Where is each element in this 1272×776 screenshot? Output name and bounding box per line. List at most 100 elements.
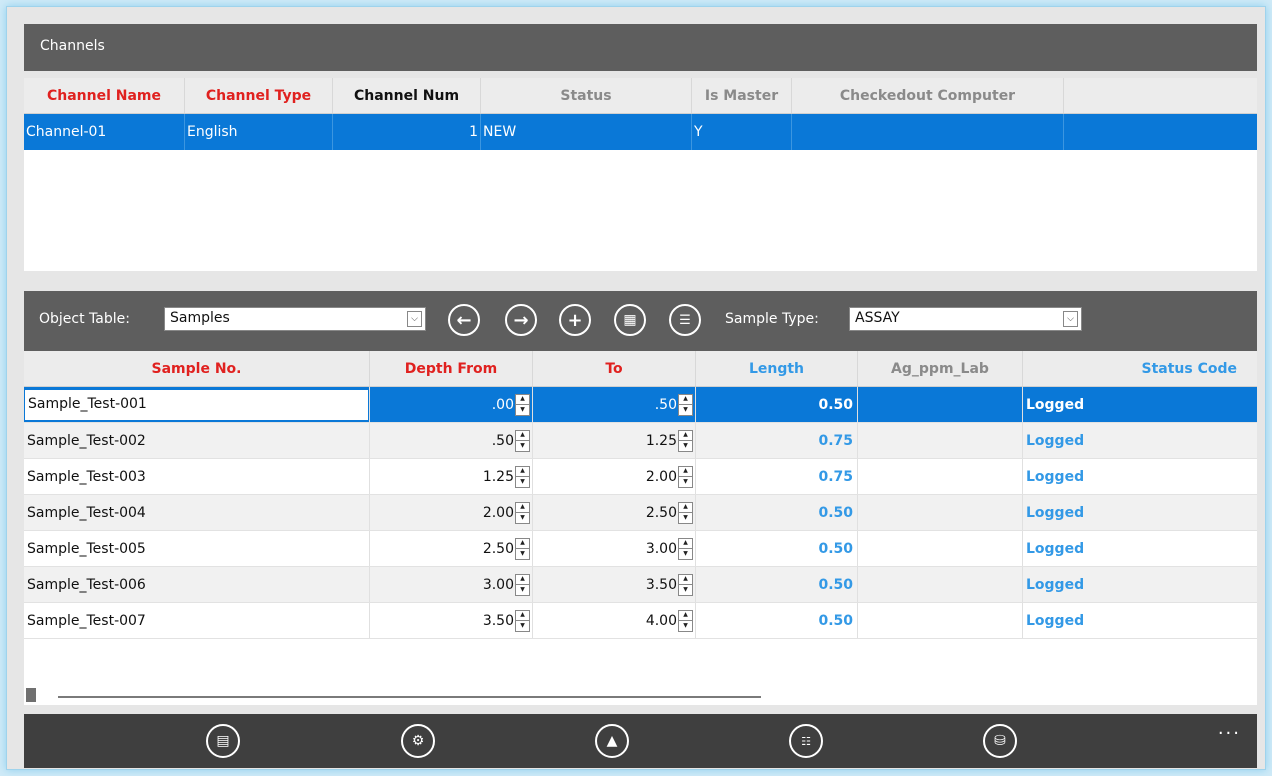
col-length[interactable]: Length xyxy=(696,351,858,386)
channel-type-cell[interactable]: English xyxy=(185,114,333,150)
channel-status-cell[interactable]: NEW xyxy=(481,114,692,150)
object-table-select[interactable]: Samples ⌵ xyxy=(164,307,426,331)
col-is-master[interactable]: Is Master xyxy=(692,78,792,113)
status-code-cell[interactable]: Logged xyxy=(1023,459,1257,494)
spinner[interactable]: ▲ ▼ xyxy=(515,501,530,524)
barcode-button[interactable]: ☷ xyxy=(789,724,823,758)
spin-up-icon[interactable]: ▲ xyxy=(516,611,529,621)
ag-ppm-lab-cell[interactable] xyxy=(858,603,1023,638)
sample-no-cell[interactable]: Sample_Test-003 xyxy=(24,459,370,494)
depth-from-cell[interactable]: 1.25 ▲ ▼ xyxy=(370,459,533,494)
spin-down-icon[interactable]: ▼ xyxy=(679,405,692,415)
add-database-button[interactable]: ⛁ xyxy=(983,724,1017,758)
depth-from-cell[interactable]: .50 ▲ ▼ xyxy=(370,423,533,458)
depth-to-cell[interactable]: 3.00 ▲ ▼ xyxy=(533,531,696,566)
depth-to-cell[interactable]: 4.00 ▲ ▼ xyxy=(533,603,696,638)
next-button[interactable]: → xyxy=(505,304,537,336)
spinner[interactable]: ▲ ▼ xyxy=(515,573,530,596)
length-cell[interactable]: 0.50 xyxy=(696,603,858,638)
spinner[interactable]: ▲ ▼ xyxy=(678,573,693,596)
channel-is-master-cell[interactable]: Y xyxy=(692,114,792,150)
spin-up-icon[interactable]: ▲ xyxy=(679,467,692,477)
sample-no-cell[interactable]: Sample_Test-006 xyxy=(24,567,370,602)
length-cell[interactable]: 0.50 xyxy=(696,531,858,566)
table-row[interactable]: Sample_Test-005 2.50 ▲ ▼ 3.00 ▲ ▼ 0.50 Logged xyxy=(24,531,1257,567)
scrollbar-track[interactable] xyxy=(58,696,761,698)
status-code-cell[interactable]: Logged xyxy=(1023,387,1257,422)
col-channel-num[interactable]: Channel Num xyxy=(333,78,481,113)
spinner[interactable]: ▲ ▼ xyxy=(678,393,693,416)
add-button[interactable]: + xyxy=(559,304,591,336)
col-checkedout-computer[interactable]: Checkedout Computer xyxy=(792,78,1064,113)
microscope-button[interactable]: ⚙ xyxy=(401,724,435,758)
table-row[interactable]: Sample_Test-001.00 ▲ ▼ .50 ▲ ▼ 0.50 Logged xyxy=(24,387,1257,423)
spin-up-icon[interactable]: ▲ xyxy=(516,431,529,441)
channel-name-cell[interactable]: Channel-01 xyxy=(24,114,185,150)
depth-to-cell[interactable]: 3.50 ▲ ▼ xyxy=(533,567,696,602)
col-channel-type[interactable]: Channel Type xyxy=(185,78,333,113)
spin-down-icon[interactable]: ▼ xyxy=(516,621,529,631)
flask-button[interactable]: ▲ xyxy=(595,724,629,758)
spin-up-icon[interactable]: ▲ xyxy=(679,575,692,585)
depth-to-cell[interactable]: 2.50 ▲ ▼ xyxy=(533,495,696,530)
spinner[interactable]: ▲ ▼ xyxy=(678,501,693,524)
length-cell[interactable]: 0.50 xyxy=(696,495,858,530)
delete-button[interactable]: ▦ xyxy=(614,304,646,336)
table-row[interactable]: Sample_Test-002.50 ▲ ▼ 1.25 ▲ ▼ 0.75 Logged xyxy=(24,423,1257,459)
spinner[interactable]: ▲ ▼ xyxy=(515,537,530,560)
ag-ppm-lab-cell[interactable] xyxy=(858,567,1023,602)
sample-no-cell[interactable]: Sample_Test-007 xyxy=(24,603,370,638)
length-cell[interactable]: 0.75 xyxy=(696,423,858,458)
spin-down-icon[interactable]: ▼ xyxy=(679,549,692,559)
table-row[interactable]: Sample_Test-006 3.00 ▲ ▼ 3.50 ▲ ▼ 0.50 Logged xyxy=(24,567,1257,603)
spin-up-icon[interactable]: ▲ xyxy=(516,539,529,549)
spin-down-icon[interactable]: ▼ xyxy=(679,513,692,523)
spinner[interactable]: ▲ ▼ xyxy=(678,465,693,488)
horizontal-scrollbar[interactable] xyxy=(24,688,1257,705)
depth-to-cell[interactable]: .50 ▲ ▼ xyxy=(533,387,696,422)
spin-up-icon[interactable]: ▲ xyxy=(516,575,529,585)
spinner[interactable]: ▲ ▼ xyxy=(515,393,530,416)
spinner[interactable]: ▲ ▼ xyxy=(515,429,530,452)
spinner[interactable]: ▲ ▼ xyxy=(678,609,693,632)
table-row[interactable]: Sample_Test-004 2.00 ▲ ▼ 2.50 ▲ ▼ 0.50 Logged xyxy=(24,495,1257,531)
status-code-cell[interactable]: Logged xyxy=(1023,531,1257,566)
table-row[interactable]: Sample_Test-007 3.50 ▲ ▼ 4.00 ▲ ▼ 0.50 Logged xyxy=(24,603,1257,639)
spin-down-icon[interactable]: ▼ xyxy=(516,405,529,415)
sample-no-cell[interactable]: Sample_Test-004 xyxy=(24,495,370,530)
ag-ppm-lab-cell[interactable] xyxy=(858,531,1023,566)
status-code-cell[interactable]: Logged xyxy=(1023,495,1257,530)
col-to[interactable]: To xyxy=(533,351,696,386)
spin-up-icon[interactable]: ▲ xyxy=(679,395,692,405)
spin-down-icon[interactable]: ▼ xyxy=(679,441,692,451)
spinner[interactable]: ▲ ▼ xyxy=(515,609,530,632)
length-cell[interactable]: 0.50 xyxy=(696,567,858,602)
sample-no-cell[interactable]: Sample_Test-005 xyxy=(24,531,370,566)
sample-no-cell[interactable]: Sample_Test-001 xyxy=(24,387,370,422)
status-code-cell[interactable]: Logged xyxy=(1023,423,1257,458)
spin-down-icon[interactable]: ▼ xyxy=(679,621,692,631)
spin-down-icon[interactable]: ▼ xyxy=(516,549,529,559)
depth-from-cell[interactable]: 3.00 ▲ ▼ xyxy=(370,567,533,602)
sample-type-select[interactable]: ASSAY ⌵ xyxy=(849,307,1082,331)
length-cell[interactable]: 0.75 xyxy=(696,459,858,494)
col-depth-from[interactable]: Depth From xyxy=(370,351,533,386)
sample-no-editor[interactable]: Sample_Test-001 xyxy=(25,390,368,420)
checklist-button[interactable]: ☰ xyxy=(669,304,701,336)
more-button[interactable]: ... xyxy=(1218,718,1241,739)
status-code-cell[interactable]: Logged xyxy=(1023,567,1257,602)
spin-down-icon[interactable]: ▼ xyxy=(679,585,692,595)
spin-up-icon[interactable]: ▲ xyxy=(679,539,692,549)
ag-ppm-lab-cell[interactable] xyxy=(858,495,1023,530)
depth-from-cell[interactable]: 2.00 ▲ ▼ xyxy=(370,495,533,530)
col-ag-ppm-lab[interactable]: Ag_ppm_Lab xyxy=(858,351,1023,386)
channel-num-cell[interactable]: 1 xyxy=(333,114,481,150)
spin-up-icon[interactable]: ▲ xyxy=(679,611,692,621)
spin-down-icon[interactable]: ▼ xyxy=(516,585,529,595)
report-button[interactable]: ▤ xyxy=(206,724,240,758)
spin-down-icon[interactable]: ▼ xyxy=(516,513,529,523)
length-cell[interactable]: 0.50 xyxy=(696,387,858,422)
spinner[interactable]: ▲ ▼ xyxy=(515,465,530,488)
spin-up-icon[interactable]: ▲ xyxy=(679,431,692,441)
table-row[interactable]: Sample_Test-003 1.25 ▲ ▼ 2.00 ▲ ▼ 0.75 Logged xyxy=(24,459,1257,495)
